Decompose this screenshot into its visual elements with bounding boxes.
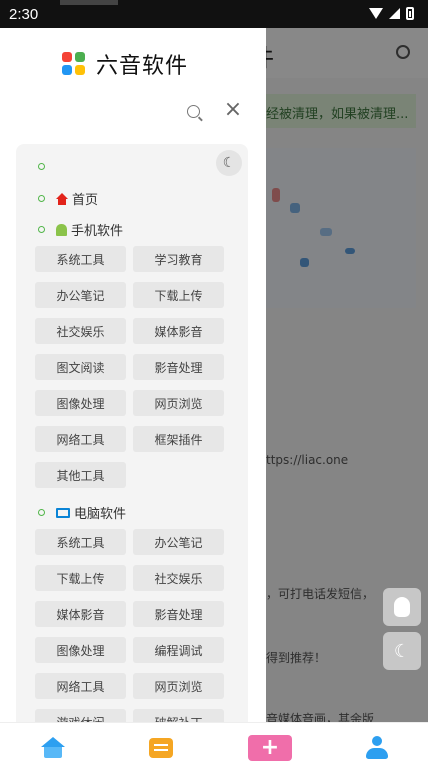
site-logo-row[interactable]: 六音软件 — [62, 48, 188, 80]
pc-category-chip[interactable]: 影音处理 — [133, 601, 224, 627]
pc-category-chip[interactable]: 破解补丁 — [133, 709, 224, 722]
moon-icon: ☾ — [393, 640, 411, 662]
mobile-category-chip[interactable]: 媒体影音 — [133, 318, 224, 344]
pc-category-chip[interactable]: 办公笔记 — [133, 529, 224, 555]
android-icon — [56, 223, 67, 236]
menu-card: ☾ 首页 手机软件 系统工具 学习教育 办公笔记 下载上传 社交娱乐 媒体影音 … — [16, 144, 248, 722]
menu-item-mobile[interactable]: 手机软件 — [56, 220, 123, 239]
mobile-category-chip[interactable]: 学习教育 — [133, 246, 224, 272]
plus-icon: + — [260, 735, 280, 760]
battery-icon — [406, 7, 414, 20]
mobile-category-chip[interactable]: 网络工具 — [35, 426, 126, 452]
mobile-category-chip[interactable]: 社交娱乐 — [35, 318, 126, 344]
menu-bullet — [38, 509, 45, 516]
tab-user[interactable] — [362, 733, 392, 763]
menu-item-home-label: 首页 — [72, 193, 99, 208]
home-icon — [41, 737, 65, 759]
menu-item-mobile-label: 手机软件 — [71, 224, 124, 239]
pc-category-chip[interactable]: 网络工具 — [35, 673, 126, 699]
menu-item-pc-label: 电脑软件 — [74, 507, 127, 522]
status-time: 2:30 — [9, 6, 39, 23]
menu-item-pc[interactable]: 电脑软件 — [56, 503, 126, 522]
theme-float-button[interactable]: ☾ — [383, 632, 421, 670]
mobile-category-chip[interactable]: 图像处理 — [35, 390, 126, 416]
pc-category-chip[interactable]: 游戏休闲 — [35, 709, 126, 722]
side-drawer: 六音软件 × ☾ 首页 手机软件 系统工具 学习教育 办公笔记 下载上传 社交娱… — [0, 28, 266, 722]
tab-messages[interactable] — [146, 733, 176, 763]
signal-icon — [389, 8, 400, 19]
status-notch — [60, 0, 118, 5]
mobile-category-chip[interactable]: 其他工具 — [35, 462, 126, 488]
mobile-category-chip[interactable]: 框架插件 — [133, 426, 224, 452]
mobile-category-chip[interactable]: 办公笔记 — [35, 282, 126, 308]
search-icon[interactable] — [187, 105, 200, 118]
menu-bullet — [38, 195, 45, 202]
mobile-category-chip[interactable]: 影音处理 — [133, 354, 224, 380]
pc-category-chip[interactable]: 系统工具 — [35, 529, 126, 555]
site-name: 六音软件 — [96, 54, 189, 79]
tab-home[interactable] — [38, 733, 68, 763]
mobile-category-chip[interactable]: 网页浏览 — [133, 390, 224, 416]
user-icon — [366, 736, 388, 760]
status-bar: 2:30 — [0, 0, 428, 28]
bottom-tab-bar: + — [0, 722, 428, 773]
status-icons — [369, 7, 414, 20]
pc-category-chip[interactable]: 图像处理 — [35, 637, 126, 663]
site-logo-icon — [62, 52, 86, 76]
pc-icon — [56, 507, 70, 518]
pc-category-chip[interactable]: 网页浏览 — [133, 673, 224, 699]
pc-category-chip[interactable]: 下载上传 — [35, 565, 126, 591]
close-icon[interactable]: × — [223, 99, 243, 121]
moon-icon[interactable]: ☾ — [216, 150, 242, 176]
mobile-category-chip[interactable]: 下载上传 — [133, 282, 224, 308]
pc-category-chip[interactable]: 社交娱乐 — [133, 565, 224, 591]
menu-bullet — [38, 226, 45, 233]
pc-category-chip[interactable]: 编程调试 — [133, 637, 224, 663]
menu-bullet — [38, 163, 45, 170]
chat-icon — [149, 738, 173, 758]
menu-item-home[interactable]: 首页 — [56, 189, 98, 208]
mobile-category-chip[interactable]: 系统工具 — [35, 246, 126, 272]
qq-icon — [394, 597, 410, 617]
add-post-button[interactable]: + — [248, 735, 292, 761]
wifi-icon — [369, 8, 383, 19]
mobile-category-chip[interactable]: 图文阅读 — [35, 354, 126, 380]
qq-float-button[interactable] — [383, 588, 421, 626]
pc-category-chip[interactable]: 媒体影音 — [35, 601, 126, 627]
home-icon — [56, 192, 68, 205]
